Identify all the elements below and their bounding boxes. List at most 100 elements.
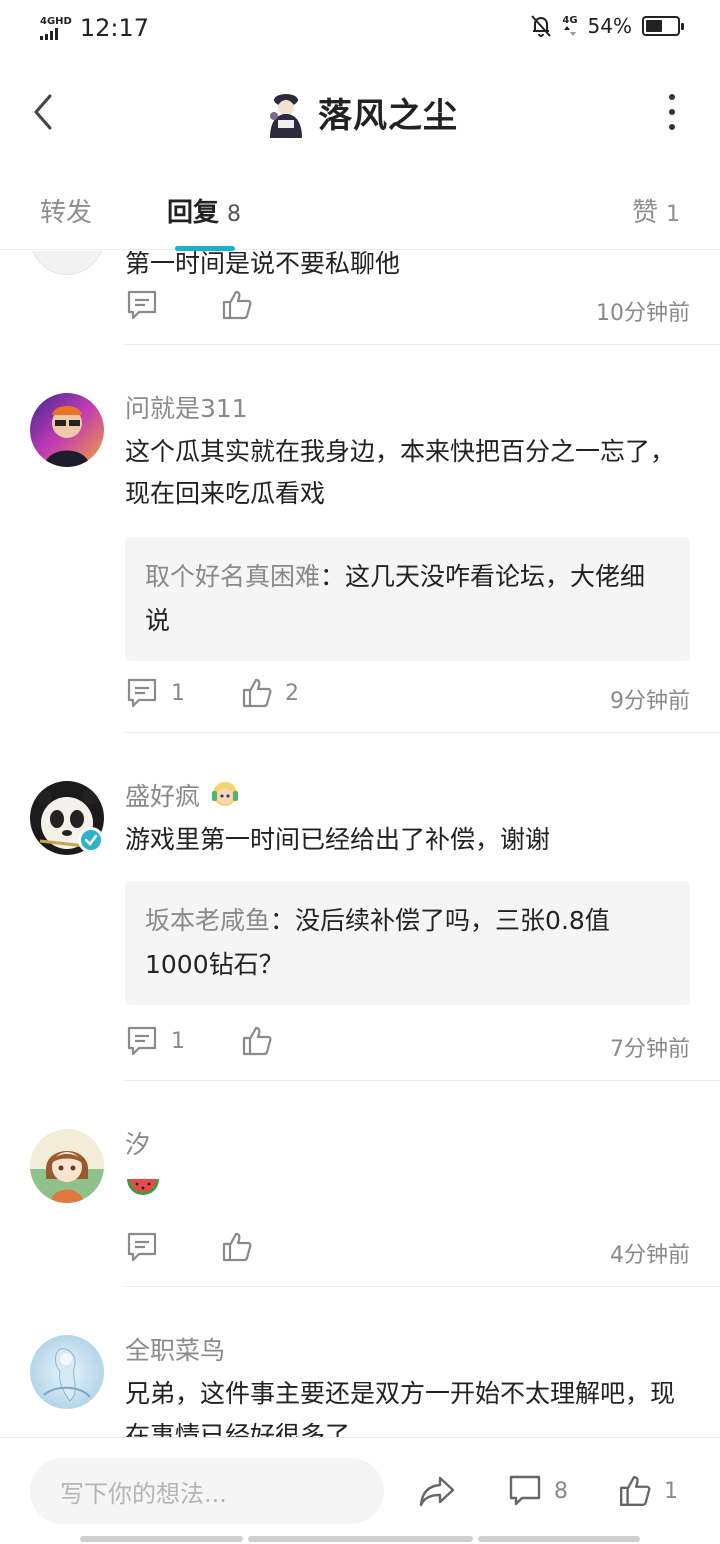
thumbs-up-icon — [222, 1232, 252, 1262]
tab-label: 赞 — [631, 198, 658, 228]
comment-icon — [127, 1026, 157, 1056]
comment-text — [125, 1167, 690, 1209]
bottom-action-bar: 写下你的想法... 8 1 — [0, 1437, 720, 1544]
comment-count: 8 — [554, 1478, 568, 1504]
username[interactable]: 盛好疯 — [125, 777, 690, 813]
comment-body: 全职菜鸟 兄弟，这件事主要还是双方一开始不太理解吧，现在事情已经好很多了 — [125, 1331, 690, 1437]
share-button[interactable] — [418, 1474, 456, 1508]
username[interactable]: 全职菜鸟 — [125, 1331, 690, 1367]
comment-text: 兄弟，这件事主要还是双方一开始不太理解吧，现在事情已经好很多了 — [125, 1379, 676, 1437]
gesture-bar — [80, 1536, 243, 1542]
avatar[interactable] — [30, 1129, 104, 1203]
username-label: 全职菜鸟 — [125, 1336, 226, 1365]
avatar[interactable] — [30, 251, 104, 275]
header: 落风之尘 — [0, 72, 720, 152]
more-dot-icon — [669, 124, 675, 130]
mobile-network-label: 4G — [562, 15, 578, 26]
list-item: 问就是311 这个瓜其实就在我身边，本来快把百分之一忘了，现在回来吃瓜看戏 取个… — [0, 345, 720, 733]
list-item: 汐 4分钟前 — [0, 1081, 720, 1287]
tab-bar: 转发 回复 8 赞1 — [0, 180, 720, 250]
network-type-label: 4GHD — [40, 15, 72, 27]
quoted-reply[interactable]: 坂本老咸鱼：没后续补偿了吗，三张0.8值1000钻石？ — [125, 881, 690, 1005]
user-medal-icon — [212, 782, 239, 806]
avatar[interactable] — [30, 393, 104, 467]
comment-body: 问就是311 这个瓜其实就在我身边，本来快把百分之一忘了，现在回来吃瓜看戏 取个… — [125, 389, 690, 661]
like-button[interactable] — [241, 1025, 285, 1057]
status-left: 4GHD 12:17 — [40, 14, 149, 42]
thumbs-up-icon — [222, 290, 252, 320]
tab-reposts[interactable]: 转发 — [40, 192, 100, 229]
watermelon-icon — [127, 1179, 159, 1195]
comment-time: 10分钟前 — [596, 301, 690, 326]
comment-body: 第一时间是说不要私聊他 — [125, 251, 690, 285]
status-right: 4G 54% — [530, 14, 684, 38]
comment-actions: 4分钟前 — [125, 1231, 690, 1271]
comment-icon — [127, 678, 157, 708]
list-item: 盛好疯 游戏里第一时间已经给出了补偿，谢谢 坂本老咸鱼：没后续补偿了吗，三张0.… — [0, 733, 720, 1081]
tab-label: 回复 — [167, 198, 220, 228]
comment-count-button[interactable]: 8 — [508, 1474, 568, 1508]
tab-count: 8 — [227, 202, 242, 227]
clock: 12:17 — [79, 14, 150, 42]
comment-actions: 10分钟前 — [125, 289, 690, 329]
reply-button[interactable] — [125, 289, 171, 321]
comment-body: 汐 — [125, 1125, 690, 1209]
like-post-button[interactable]: 1 — [618, 1474, 678, 1508]
like-button[interactable] — [221, 289, 265, 321]
reply-count: 1 — [171, 1028, 185, 1054]
quoted-username[interactable]: 坂本老咸鱼 — [145, 906, 270, 935]
battery-level-fill — [646, 20, 663, 32]
username-label: 汐 — [125, 1130, 151, 1159]
tab-replies[interactable]: 回复 8 — [167, 192, 241, 229]
mute-bell-icon — [531, 15, 552, 37]
avatar[interactable] — [30, 1335, 104, 1409]
author-avatar[interactable] — [262, 86, 308, 138]
comment-text: 这个瓜其实就在我身边，本来快把百分之一忘了，现在回来吃瓜看戏 — [125, 437, 676, 508]
quote-separator: ： — [270, 906, 296, 935]
tab-count: 1 — [666, 202, 680, 227]
quoted-reply[interactable]: 取个好名真困难：这几天没咋看论坛，大佬细说 — [125, 537, 690, 661]
like-count: 1 — [664, 1478, 678, 1504]
signal-icon — [40, 27, 58, 40]
like-button[interactable]: 2 — [241, 677, 299, 709]
more-options-button[interactable] — [662, 94, 682, 130]
battery-percent: 54% — [587, 14, 632, 38]
more-dot-icon — [669, 109, 675, 115]
quote-separator: ： — [320, 562, 346, 591]
username-label: 问就是311 — [125, 394, 248, 423]
username[interactable]: 汐 — [125, 1125, 690, 1161]
username[interactable]: 问就是311 — [125, 389, 690, 425]
avatar-wrap[interactable] — [30, 781, 104, 855]
comment-text: 第一时间是说不要私聊他 — [125, 251, 401, 278]
username-label: 盛好疯 — [125, 782, 201, 811]
reply-button[interactable]: 1 — [125, 1025, 185, 1057]
header-center: 落风之尘 — [0, 86, 720, 138]
data-arrows-icon — [563, 26, 576, 36]
share-arrow-icon — [419, 1476, 455, 1507]
page-title: 落风之尘 — [318, 95, 458, 136]
reply-button[interactable]: 1 — [125, 677, 185, 709]
comment-actions: 1 7分钟前 — [125, 1025, 690, 1065]
quoted-username[interactable]: 取个好名真困难 — [145, 562, 320, 591]
more-dot-icon — [669, 94, 675, 100]
comment-input[interactable]: 写下你的想法... — [30, 1458, 384, 1524]
comment-icon — [127, 290, 157, 320]
reply-button[interactable] — [125, 1231, 171, 1263]
comment-input-placeholder: 写下你的想法... — [60, 1479, 227, 1508]
thumbs-up-icon — [242, 678, 272, 708]
comment-time: 9分钟前 — [610, 689, 690, 714]
comment-actions: 1 2 9分钟前 — [125, 677, 690, 717]
thumbs-up-icon — [242, 1026, 272, 1056]
comment-time: 4分钟前 — [610, 1243, 690, 1268]
comment-time: 7分钟前 — [610, 1037, 690, 1062]
verified-badge-icon — [78, 827, 104, 853]
thumbs-up-icon — [620, 1476, 651, 1506]
status-bar: 4GHD 12:17 4G 54% — [0, 0, 720, 58]
comment-body: 盛好疯 游戏里第一时间已经给出了补偿，谢谢 坂本老咸鱼：没后续补偿了吗，三张0.… — [125, 777, 690, 1005]
comment-list[interactable]: 第一时间是说不要私聊他 10分钟前 问就是311 这个瓜其实就在我身边，本来快把… — [0, 251, 720, 1437]
comment-icon — [509, 1475, 541, 1506]
like-button[interactable] — [221, 1231, 265, 1263]
tab-likes[interactable]: 赞1 — [632, 192, 680, 229]
comment-icon — [127, 1232, 157, 1262]
gesture-bar — [248, 1536, 473, 1542]
